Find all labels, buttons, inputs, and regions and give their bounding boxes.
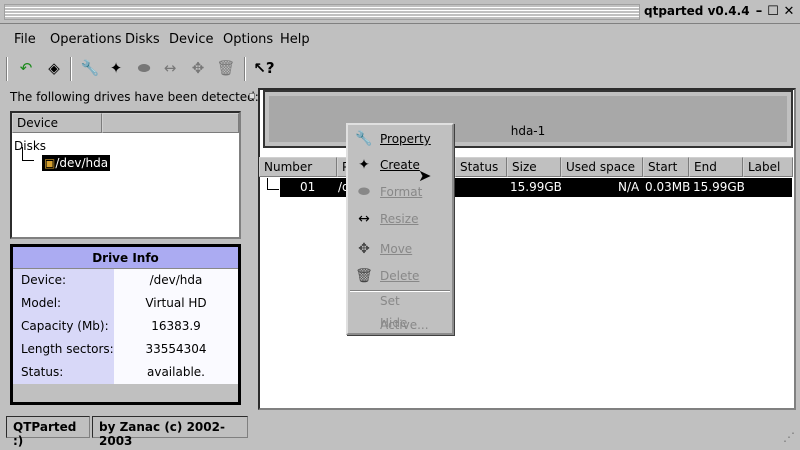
drive-info-value: 33554304 — [114, 338, 238, 361]
menu-item-label: Resize — [380, 212, 419, 226]
drive-info-row: Device: /dev/hda — [13, 269, 238, 292]
move-icon: ✥ — [358, 241, 370, 257]
property-icon[interactable]: 🔧 — [78, 56, 102, 80]
tree-col-device[interactable]: Device — [12, 113, 102, 133]
toolbar: ↶ ◈ 🔧 ✦ ⬬ ↔ ✥ 🗑 ↖? — [0, 54, 800, 84]
window-title: qtparted v0.4.4 — [644, 4, 750, 18]
disk-map: hda-1 — [263, 90, 793, 148]
move-icon[interactable]: ✥ — [186, 56, 210, 80]
drive-info-value: Virtual HD — [114, 292, 238, 315]
drive-info-value: 16383.9 — [114, 315, 238, 338]
tree-item-hda-label: /dev/hda — [55, 156, 109, 170]
minimize-button[interactable]: – — [752, 5, 766, 19]
menu-item-hide[interactable]: Hide — [348, 311, 452, 335]
drive-info-label: Status: — [13, 361, 114, 384]
menu-help[interactable]: Help — [280, 32, 310, 47]
maximize-button[interactable]: ☐ — [766, 5, 780, 19]
tree-item-hda[interactable]: ▣/dev/hda — [42, 155, 111, 171]
title-grip[interactable] — [4, 4, 640, 20]
close-button[interactable]: ✕ — [782, 5, 796, 19]
drive-info-row: Status: available. — [13, 361, 238, 384]
delete-icon[interactable]: 🗑 — [214, 56, 238, 80]
col-label[interactable]: Label — [743, 157, 793, 177]
drive-info-label: Length sectors: — [13, 338, 114, 361]
col-size[interactable]: Size — [507, 157, 561, 177]
resize-icon: ↔ — [358, 211, 370, 227]
menu-item-label: Format — [380, 185, 423, 199]
tree-connector — [267, 178, 279, 190]
status-right: by Zanac (c) 2002-2003 — [92, 416, 248, 448]
menu-item-label: Property — [380, 132, 431, 146]
menu-item-label: Delete — [380, 269, 420, 283]
resize-icon[interactable]: ↔ — [158, 56, 182, 80]
menu-device[interactable]: Device — [169, 32, 213, 47]
menu-item-format[interactable]: ⬬ Format — [348, 180, 452, 204]
menu-disks[interactable]: Disks — [125, 32, 160, 47]
tree-header: Device — [12, 113, 239, 133]
drive-info-label: Capacity (Mb): — [13, 315, 114, 338]
title-bar: qtparted v0.4.4 – ☐ ✕ — [0, 0, 800, 24]
create-icon[interactable]: ✦ — [104, 56, 128, 80]
menu-item-delete[interactable]: 🗑 Delete — [348, 264, 452, 288]
status-left: QTParted :) — [6, 416, 90, 448]
col-status[interactable]: Status — [455, 157, 507, 177]
col-number[interactable]: Number — [259, 157, 337, 177]
wrench-icon: 🔧 — [355, 131, 373, 147]
detected-drives-label: The following drives have been detected: — [10, 90, 259, 104]
menu-operations[interactable]: Operations — [50, 32, 121, 47]
tree-col-empty[interactable] — [102, 113, 239, 133]
cell-start: 0.03MB — [645, 180, 691, 194]
drive-info-row: Capacity (Mb): 16383.9 — [13, 315, 238, 338]
eraser-icon: ⬬ — [358, 184, 370, 200]
col-end[interactable]: End — [689, 157, 743, 177]
menu-item-label: Hide — [380, 316, 408, 330]
col-start[interactable]: Start — [643, 157, 689, 177]
toolbar-separator — [6, 57, 8, 81]
menu-bar: File Operations Disks Device Options Hel… — [0, 28, 800, 52]
whats-this-icon[interactable]: ↖? — [252, 56, 276, 80]
drive-info-row: Model: Virtual HD — [13, 292, 238, 315]
drive-info-label: Model: — [13, 292, 114, 315]
drive-info-panel: Drive Info Device: /dev/hda Model: Virtu… — [10, 244, 241, 405]
drive-tree[interactable]: Device Disks ▣/dev/hda — [10, 111, 241, 239]
tree-root[interactable]: Disks — [12, 133, 239, 153]
menu-options[interactable]: Options — [223, 32, 273, 47]
cell-used: N/A — [618, 180, 640, 194]
drive-info-label: Device: — [13, 269, 114, 292]
format-icon[interactable]: ⬬ — [132, 56, 156, 80]
undo-icon[interactable]: ↶ — [14, 56, 38, 80]
drive-info-value: /dev/hda — [114, 269, 238, 292]
menu-item-resize[interactable]: ↔ Resize — [348, 207, 452, 231]
context-menu: 🔧 Property ✦ Create ⬬ Format ↔ Resize ✥ … — [346, 123, 454, 335]
drive-info-title: Drive Info — [13, 247, 238, 269]
create-icon: ✦ — [358, 157, 370, 173]
mouse-cursor-icon: ➤ — [418, 166, 432, 185]
toolbar-separator — [244, 57, 246, 81]
menu-item-label: Create — [380, 158, 420, 172]
splitter-handle[interactable] — [249, 93, 255, 99]
drive-info-row: Length sectors: 33554304 — [13, 338, 238, 361]
cell-number: 01 — [300, 180, 316, 194]
menu-item-property[interactable]: 🔧 Property — [348, 127, 452, 151]
toolbar-separator — [70, 57, 72, 81]
menu-item-label: Move — [380, 242, 413, 256]
col-used-space[interactable]: Used space — [561, 157, 643, 177]
trash-icon: 🗑 — [355, 268, 373, 284]
drive-info-value: available. — [114, 361, 238, 384]
commit-icon[interactable]: ◈ — [42, 56, 66, 80]
resize-grip-icon[interactable]: ⋰ — [783, 430, 795, 444]
cell-end: 15.99GB — [693, 180, 745, 194]
disk-icon: ▣ — [44, 156, 56, 170]
partition-table-header: Number P Status Size Used space Start En… — [259, 157, 794, 177]
menu-item-move[interactable]: ✥ Move — [348, 237, 452, 261]
menu-file[interactable]: File — [14, 32, 36, 47]
menu-item-create[interactable]: ✦ Create — [348, 153, 452, 177]
menu-item-set-active[interactable]: Set Active... — [348, 289, 452, 332]
cell-size: 15.99GB — [510, 180, 562, 194]
